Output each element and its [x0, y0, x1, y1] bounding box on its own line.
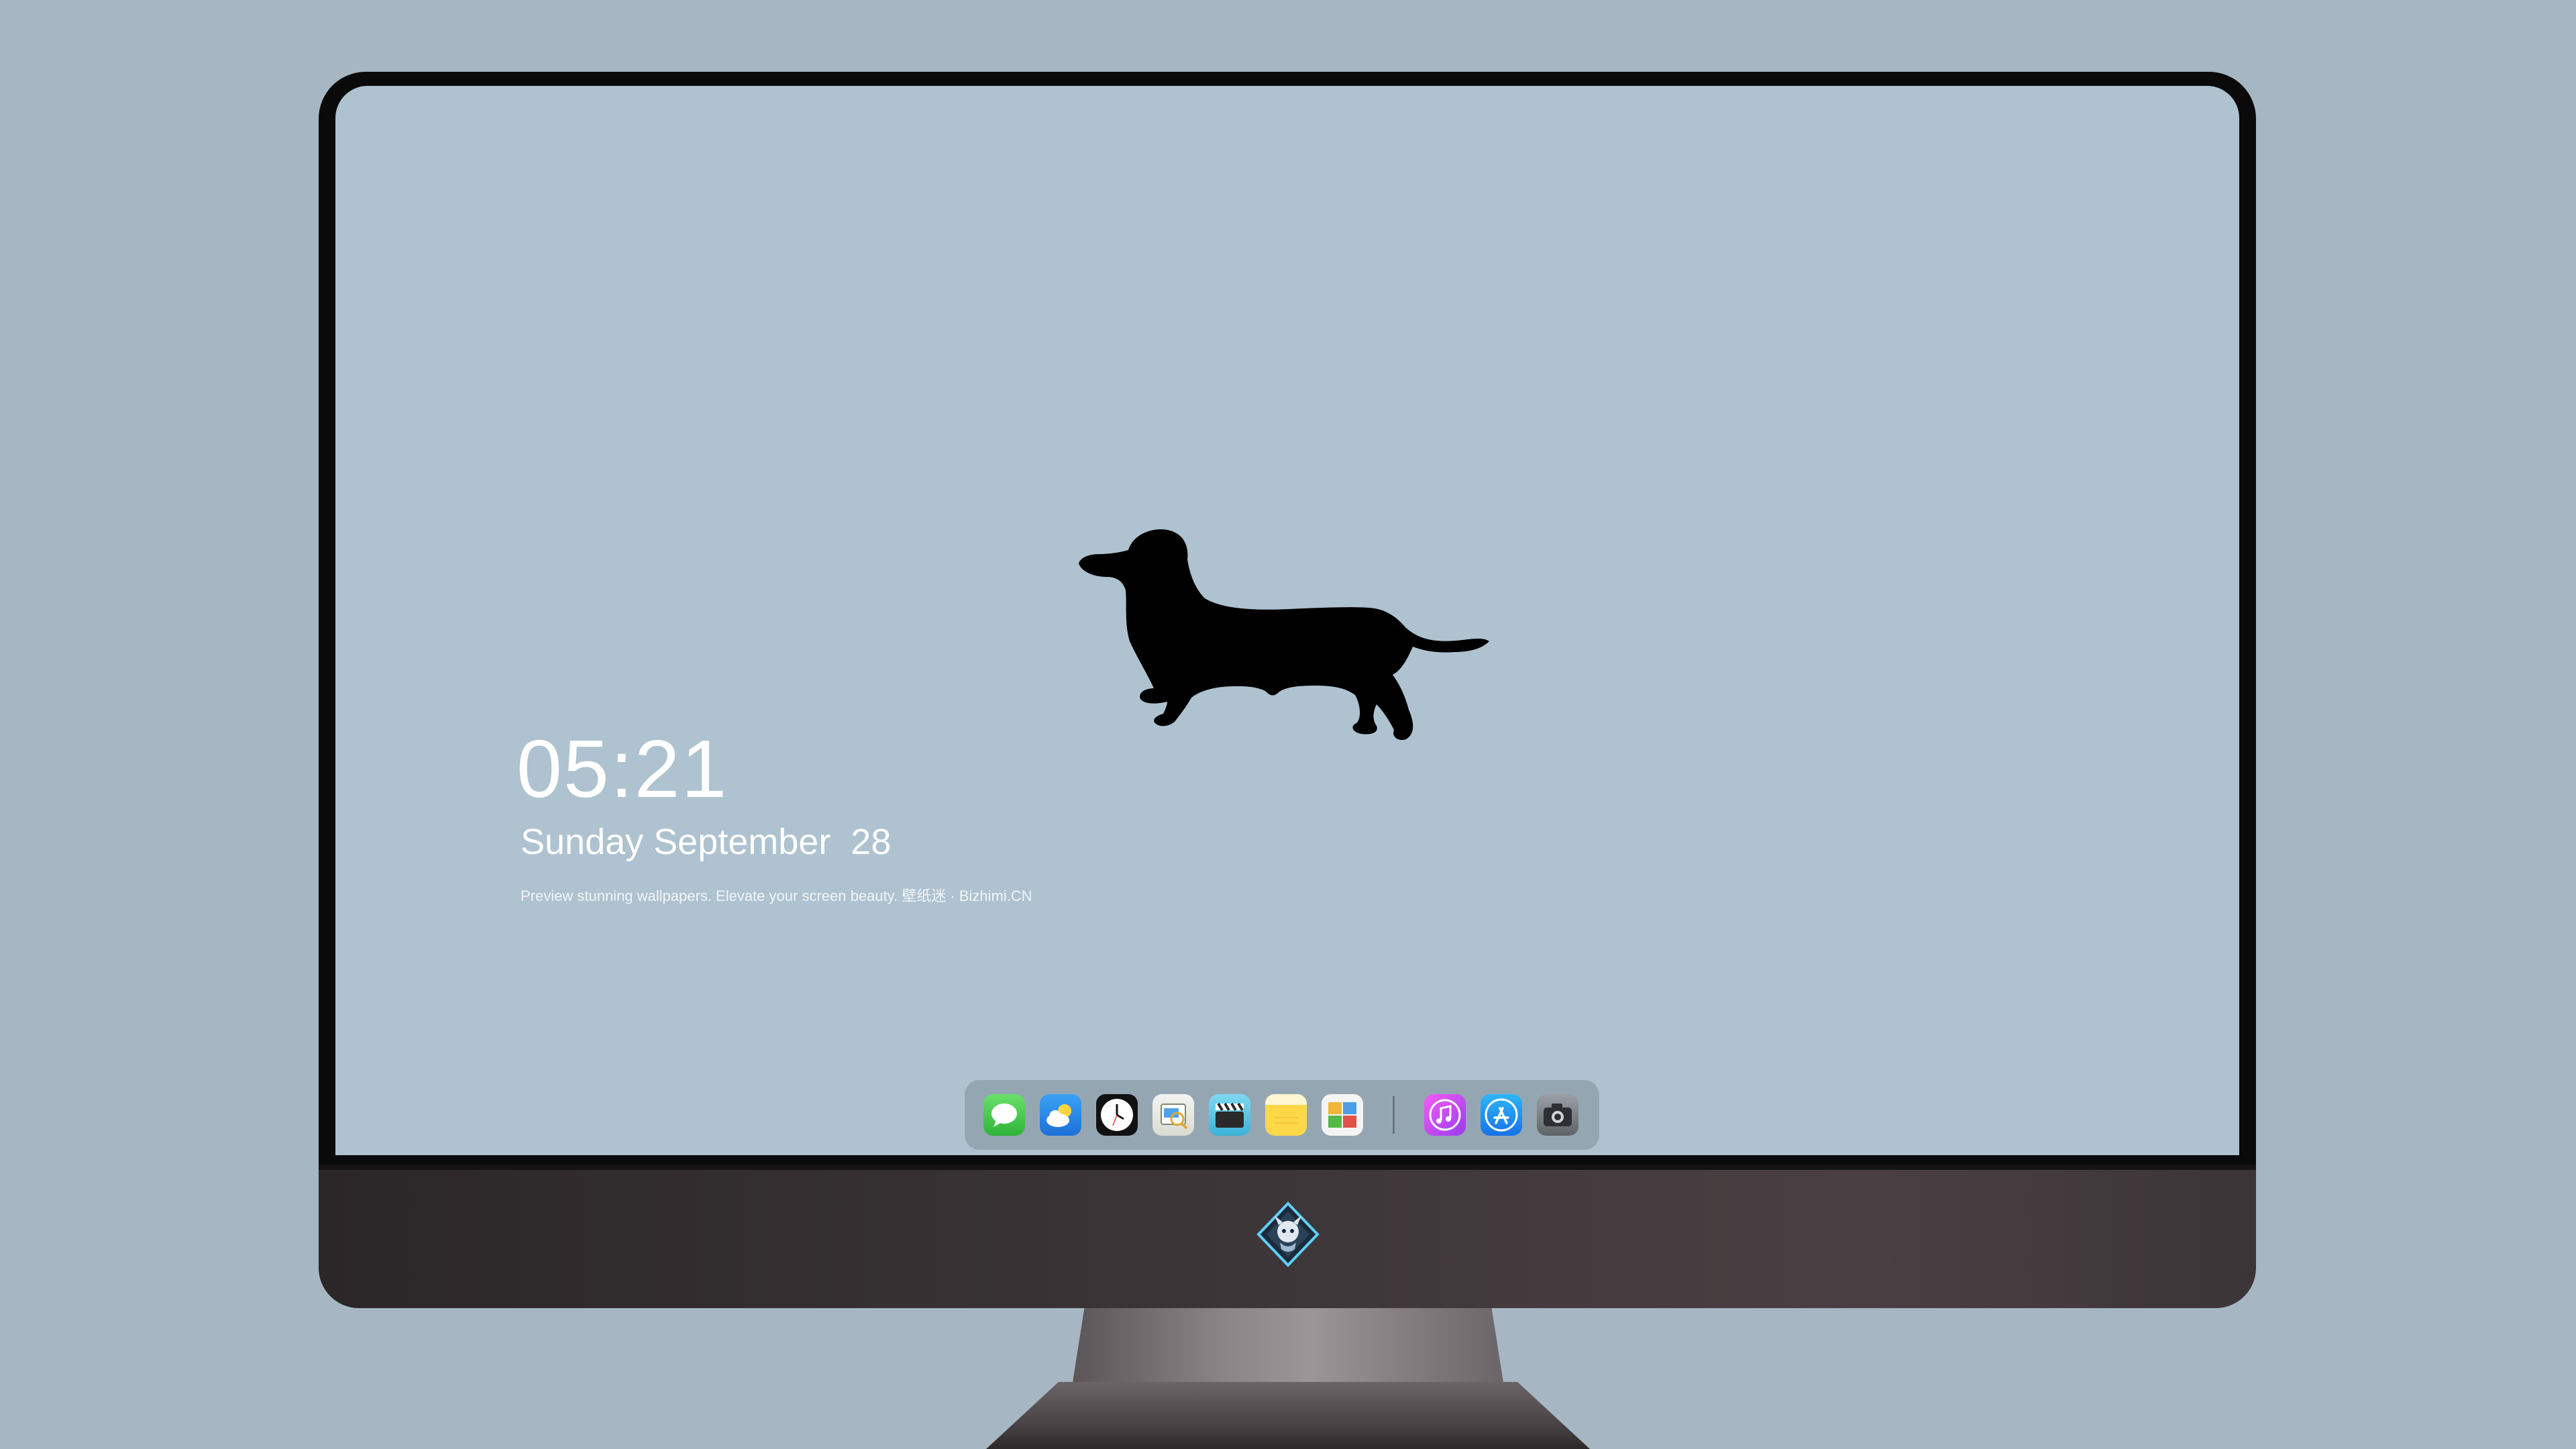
dock-separator	[1393, 1096, 1395, 1134]
dachshund-silhouette	[1079, 529, 1489, 741]
dock	[965, 1080, 1599, 1150]
monitor-stand-base	[986, 1382, 1590, 1449]
brand-logo-icon	[1256, 1201, 1320, 1267]
photos-icon	[1328, 1102, 1356, 1128]
dock-item-preview[interactable]	[1152, 1094, 1194, 1136]
wallpaper-tagline: Preview stunning wallpapers. Elevate you…	[521, 888, 1032, 904]
clock-icon	[1101, 1099, 1133, 1131]
dock-item-weather[interactable]	[1040, 1094, 1081, 1136]
dock-item-messages[interactable]	[983, 1094, 1025, 1136]
dock-item-clock[interactable]	[1096, 1094, 1138, 1136]
clapperboard-icon	[1216, 1102, 1244, 1128]
dock-item-photos[interactable]	[1322, 1094, 1363, 1136]
dock-item-notes[interactable]	[1265, 1094, 1307, 1136]
dock-item-clips[interactable]	[1209, 1094, 1250, 1136]
desktop-scene: 05:21 Sunday September 28 Preview stunni…	[0, 0, 2576, 1449]
lock-screen-time: 05:21	[517, 723, 729, 814]
preview-icon	[1161, 1104, 1188, 1130]
notepad-icon	[1274, 1117, 1298, 1124]
dock-item-music[interactable]	[1424, 1094, 1466, 1136]
speech-bubble-icon	[991, 1104, 1017, 1127]
lock-screen-date: Sunday September 28	[521, 822, 892, 862]
camera-icon	[1544, 1104, 1572, 1126]
app-store-icon	[1485, 1098, 1518, 1132]
dock-item-app-store[interactable]	[1481, 1094, 1522, 1136]
cloud-sun-icon	[1046, 1104, 1071, 1127]
monitor-chin-divider	[319, 1165, 2256, 1170]
dock-item-camera[interactable]	[1537, 1094, 1578, 1136]
music-note-icon	[1429, 1099, 1461, 1131]
